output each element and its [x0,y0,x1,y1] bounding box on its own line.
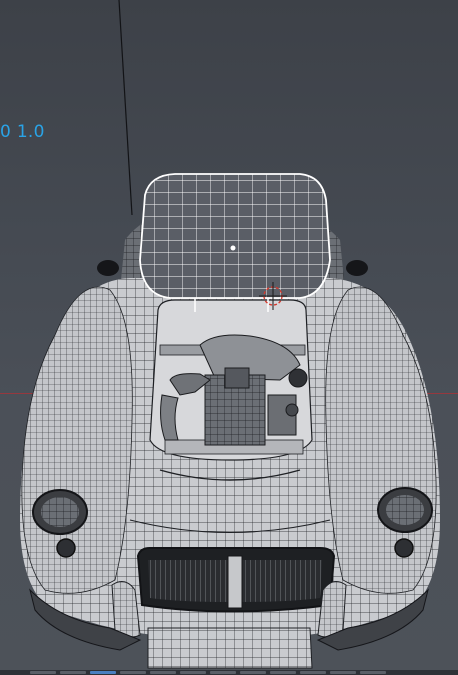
footer-segment [360,671,386,674]
car-wireframe-model[interactable] [0,0,458,675]
footer-segment [120,671,146,674]
object-origin [230,245,236,251]
footer-segment [330,671,356,674]
left-mirror [97,260,119,276]
right-mirror [346,260,368,276]
right-foglight [394,538,414,558]
footer-segment [180,671,206,674]
right-fender [325,286,437,594]
footer-segment [270,671,296,674]
edge-line [118,0,133,216]
front-grille [136,547,336,613]
right-headlight [377,487,433,533]
footer-segment [60,671,86,674]
left-foglight [56,538,76,558]
3d-viewport[interactable]: 0 1.0 [0,0,458,675]
footer-segment [240,671,266,674]
footer-segment [300,671,326,674]
windshield-selected[interactable] [139,173,331,312]
left-headlight [32,489,88,535]
footer-segment [150,671,176,674]
footer-segment-active [90,671,116,674]
left-fender [21,286,133,594]
viewport-footer [0,670,458,675]
footer-segment [210,671,236,674]
front-valance [147,627,313,669]
footer-segment [30,671,56,674]
